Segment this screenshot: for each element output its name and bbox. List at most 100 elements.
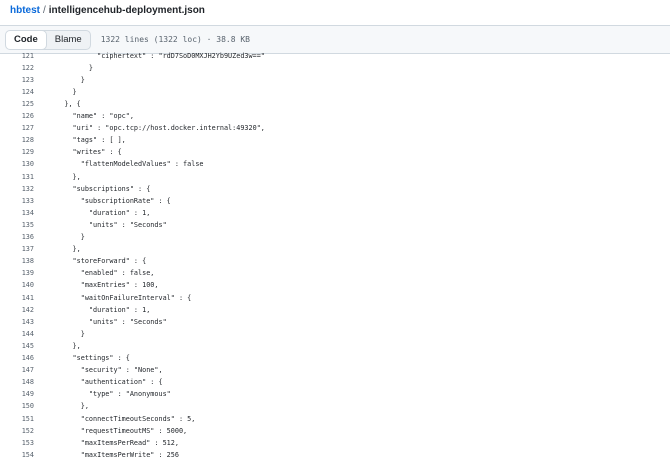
line-number[interactable]: 150 <box>0 402 34 410</box>
line-number[interactable]: 136 <box>0 233 34 241</box>
line-number[interactable]: 135 <box>0 221 34 229</box>
line-number[interactable]: 121 <box>0 52 34 60</box>
line-content: } <box>48 329 85 338</box>
line-number[interactable]: 127 <box>0 124 34 132</box>
line-content: "type" : "Anonymous" <box>48 390 171 399</box>
line-content: "duration" : 1, <box>48 208 151 217</box>
code-line: 152 "requestTimeoutMS" : 5000, <box>0 425 670 437</box>
code-line: 133 "subscriptionRate" : { <box>0 195 670 207</box>
line-number[interactable]: 146 <box>0 354 34 362</box>
code-line: 131 }, <box>0 171 670 183</box>
file-info-text: 1322 lines (1322 loc) · 38.8 KB <box>100 35 250 44</box>
line-content: "authentication" : { <box>48 378 163 387</box>
line-content: "duration" : 1, <box>48 305 151 314</box>
code-line: 124 } <box>0 86 670 98</box>
line-number[interactable]: 151 <box>0 415 34 423</box>
code-line: 129 "writes" : { <box>0 146 670 158</box>
code-line: 153 "maxItemsPerRead" : 512, <box>0 437 670 449</box>
line-number[interactable]: 123 <box>0 76 34 84</box>
code-line: 123 } <box>0 74 670 86</box>
line-content: } <box>48 63 94 72</box>
line-number[interactable]: 152 <box>0 427 34 435</box>
code-line: 135 "units" : "Seconds" <box>0 219 670 231</box>
code-line: 145 }, <box>0 340 670 352</box>
code-line: 139 "enabled" : false, <box>0 267 670 279</box>
code-line: 127 "uri" : "opc.tcp://host.docker.inter… <box>0 122 670 134</box>
line-content: "uri" : "opc.tcp://host.docker.internal:… <box>48 124 265 133</box>
breadcrumb-separator: / <box>43 5 46 16</box>
line-number[interactable]: 138 <box>0 257 34 265</box>
line-content: }, <box>48 341 81 350</box>
line-number[interactable]: 133 <box>0 197 34 205</box>
line-content: "name" : "opc", <box>48 112 134 121</box>
line-content: "writes" : { <box>48 148 122 157</box>
line-content: "maxItemsPerWrite" : 256 <box>48 450 179 459</box>
view-mode-toggle: Code Blame <box>5 29 91 50</box>
line-content: } <box>48 75 85 84</box>
line-number[interactable]: 142 <box>0 306 34 314</box>
line-content: "ciphertext" : "rdD7SoD0MXJH2Yb9UZed3w==… <box>48 51 265 60</box>
line-content: "requestTimeoutMS" : 5000, <box>48 426 188 435</box>
line-number[interactable]: 134 <box>0 209 34 217</box>
code-line: 141 "waitOnFailureInterval" : { <box>0 292 670 304</box>
line-number[interactable]: 126 <box>0 112 34 120</box>
code-tab-button[interactable]: Code <box>5 30 47 49</box>
breadcrumb-file-name: intelligencehub-deployment.json <box>48 5 205 16</box>
line-number[interactable]: 144 <box>0 330 34 338</box>
line-number[interactable]: 147 <box>0 366 34 374</box>
line-number[interactable]: 128 <box>0 136 34 144</box>
line-number[interactable]: 129 <box>0 148 34 156</box>
line-content: "subscriptions" : { <box>48 184 151 193</box>
line-number[interactable]: 132 <box>0 185 34 193</box>
code-line: 151 "connectTimeoutSeconds" : 5, <box>0 413 670 425</box>
line-content: } <box>48 233 85 242</box>
line-content: }, <box>48 245 81 254</box>
line-content: "security" : "None", <box>48 366 163 375</box>
code-line: 137 }, <box>0 243 670 255</box>
code-line: 136 } <box>0 231 670 243</box>
breadcrumb-repo-link[interactable]: hbtest <box>10 5 40 16</box>
line-number[interactable]: 125 <box>0 100 34 108</box>
line-content: "maxItemsPerRead" : 512, <box>48 438 179 447</box>
line-number[interactable]: 122 <box>0 64 34 72</box>
line-number[interactable]: 130 <box>0 160 34 168</box>
code-viewer[interactable]: 121 "ciphertext" : "rdD7SoD0MXJH2Yb9UZed… <box>0 49 670 459</box>
line-number[interactable]: 137 <box>0 245 34 253</box>
code-line: 143 "units" : "Seconds" <box>0 316 670 328</box>
line-number[interactable]: 124 <box>0 88 34 96</box>
line-content: "subscriptionRate" : { <box>48 196 171 205</box>
code-line: 132 "subscriptions" : { <box>0 183 670 195</box>
code-line: 128 "tags" : [ ], <box>0 134 670 146</box>
code-line: 142 "duration" : 1, <box>0 304 670 316</box>
line-content: }, <box>48 402 89 411</box>
code-line: 134 "duration" : 1, <box>0 207 670 219</box>
line-number[interactable]: 149 <box>0 390 34 398</box>
line-number[interactable]: 131 <box>0 173 34 181</box>
line-number[interactable]: 148 <box>0 378 34 386</box>
line-content: "storeForward" : { <box>48 257 147 266</box>
line-content: "flattenModeledValues" : false <box>48 160 204 169</box>
code-line: 140 "maxEntries" : 100, <box>0 279 670 291</box>
code-line: 125 }, { <box>0 98 670 110</box>
code-line: 122 } <box>0 62 670 74</box>
line-number[interactable]: 139 <box>0 269 34 277</box>
line-number[interactable]: 143 <box>0 318 34 326</box>
code-line: 146 "settings" : { <box>0 352 670 364</box>
line-content: "connectTimeoutSeconds" : 5, <box>48 414 196 423</box>
line-number[interactable]: 154 <box>0 451 34 459</box>
code-line: 121 "ciphertext" : "rdD7SoD0MXJH2Yb9UZed… <box>0 50 670 62</box>
code-line: 126 "name" : "opc", <box>0 110 670 122</box>
line-number[interactable]: 145 <box>0 342 34 350</box>
line-number[interactable]: 140 <box>0 281 34 289</box>
code-line: 154 "maxItemsPerWrite" : 256 <box>0 449 670 459</box>
code-line: 147 "security" : "None", <box>0 364 670 376</box>
breadcrumb: hbtest / intelligencehub-deployment.json <box>0 0 670 25</box>
code-line: 144 } <box>0 328 670 340</box>
code-line: 138 "storeForward" : { <box>0 255 670 267</box>
blame-tab-button[interactable]: Blame <box>47 31 90 49</box>
line-content: "settings" : { <box>48 354 130 363</box>
line-number[interactable]: 153 <box>0 439 34 447</box>
line-content: "waitOnFailureInterval" : { <box>48 293 192 302</box>
line-number[interactable]: 141 <box>0 294 34 302</box>
line-content: }, <box>48 172 81 181</box>
